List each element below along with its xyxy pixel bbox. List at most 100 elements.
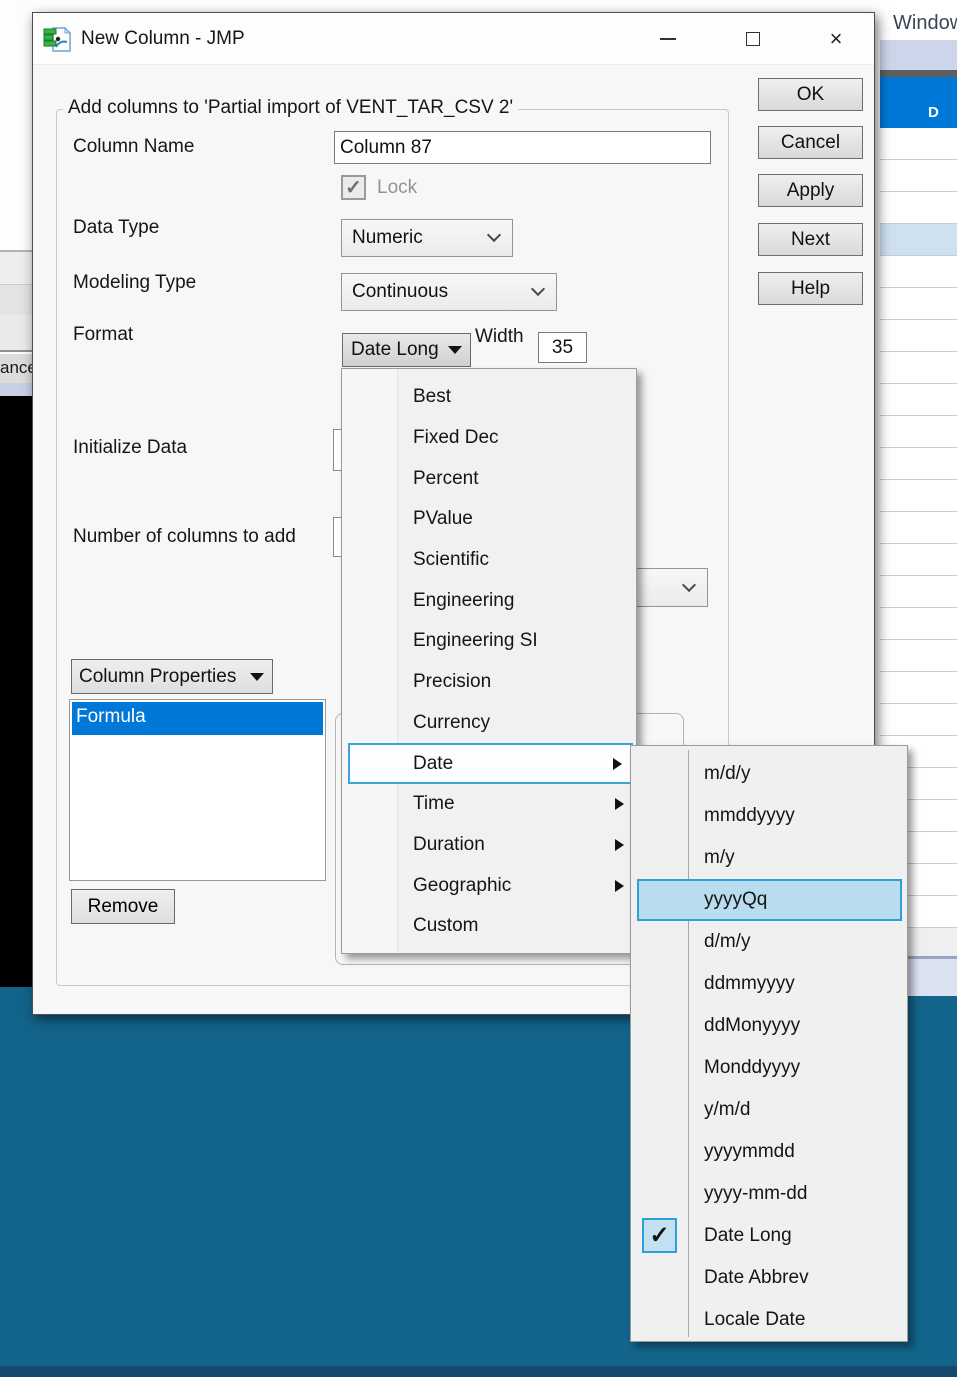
lock-checkbox[interactable]	[341, 175, 366, 200]
apply-button[interactable]: Apply	[758, 174, 863, 207]
date-submenu-item[interactable]: m/y	[631, 837, 907, 879]
date-submenu-item[interactable]: Monddyyyy	[631, 1047, 907, 1089]
desktop-bottom-band	[0, 1366, 957, 1377]
table-row[interactable]	[880, 416, 957, 448]
menu-item-label: Engineering SI	[413, 630, 538, 652]
date-submenu-item[interactable]: Locale Date	[631, 1299, 907, 1341]
menu-item-label: mmddyyyy	[704, 805, 795, 826]
background-toolbar-strip	[880, 40, 957, 70]
column-properties-list[interactable]: Formula	[69, 699, 326, 881]
date-submenu-item[interactable]: m/d/y	[631, 753, 907, 795]
table-row[interactable]	[880, 608, 957, 640]
table-row[interactable]	[880, 128, 957, 160]
table-row[interactable]	[880, 256, 957, 288]
menu-item-label: Date Abbrev	[704, 1267, 809, 1288]
date-submenu-item[interactable]: Date Long	[631, 1215, 907, 1257]
table-row[interactable]	[880, 160, 957, 192]
modeling-type-label: Modeling Type	[73, 272, 197, 293]
close-icon: ×	[829, 26, 843, 51]
format-menu-item[interactable]: Date	[348, 743, 633, 784]
ok-button[interactable]: OK	[758, 78, 863, 111]
table-row[interactable]	[880, 576, 957, 608]
data-type-select[interactable]: Numeric	[341, 219, 513, 257]
dropdown-triangle-icon	[250, 672, 264, 681]
date-submenu-item[interactable]: ddMonyyyy	[631, 1005, 907, 1047]
format-menu-item[interactable]: PValue	[342, 499, 636, 540]
modeling-type-select[interactable]: Continuous	[341, 273, 557, 311]
date-submenu-item[interactable]: yyyy-mm-dd	[631, 1173, 907, 1215]
table-row[interactable]	[880, 192, 957, 224]
format-menu-item[interactable]: Currency	[342, 703, 636, 744]
table-row[interactable]	[880, 352, 957, 384]
format-menu-item[interactable]: Fixed Dec	[342, 418, 636, 459]
format-menu-item[interactable]: Engineering SI	[342, 621, 636, 662]
menu-item-label: yyyymmdd	[704, 1141, 795, 1162]
background-left-windows: ance	[0, 0, 33, 987]
menu-item-label: y/m/d	[704, 1099, 751, 1120]
date-submenu-item[interactable]: yyyymmdd	[631, 1131, 907, 1173]
date-submenu-item[interactable]: y/m/d	[631, 1089, 907, 1131]
table-header-band: D	[880, 77, 957, 128]
minimize-button[interactable]	[643, 23, 693, 55]
menu-item-label: ddmmyyyy	[704, 973, 795, 994]
date-submenu-item[interactable]: d/m/y	[631, 921, 907, 963]
list-item-formula-selected[interactable]: Formula	[72, 702, 323, 735]
format-menu-item[interactable]: Engineering	[342, 580, 636, 621]
submenu-arrow-icon	[615, 838, 624, 851]
dialog-titlebar[interactable]: New Column - JMP ×	[33, 13, 874, 65]
close-button[interactable]: ×	[811, 23, 861, 55]
table-row[interactable]	[880, 288, 957, 320]
data-type-label: Data Type	[73, 217, 160, 238]
table-row[interactable]	[880, 672, 957, 704]
background-strip	[0, 284, 33, 315]
background-strip	[0, 250, 33, 284]
chevron-down-icon	[486, 227, 502, 243]
table-row[interactable]	[880, 448, 957, 480]
remove-button[interactable]: Remove	[71, 889, 175, 924]
table-row[interactable]	[880, 640, 957, 672]
initialize-data-label: Initialize Data	[73, 437, 188, 458]
date-submenu-item[interactable]: Date Abbrev	[631, 1257, 907, 1299]
column-name-input[interactable]	[334, 131, 711, 164]
format-label: Format	[73, 324, 134, 345]
submenu-arrow-icon	[615, 798, 624, 811]
date-submenu-item[interactable]: mmddyyyy	[631, 795, 907, 837]
background-partial-button[interactable]: ance	[0, 354, 33, 383]
help-button[interactable]: Help	[758, 272, 863, 305]
format-menu-item[interactable]: Scientific	[342, 540, 636, 581]
cancel-button[interactable]: Cancel	[758, 126, 863, 159]
menu-item-label: m/y	[704, 847, 735, 868]
background-divider-strip	[880, 70, 957, 77]
format-menu-item[interactable]: Best	[342, 377, 636, 418]
date-submenu-item[interactable]: yyyyQq	[637, 879, 902, 921]
maximize-button[interactable]	[728, 23, 778, 55]
table-row[interactable]	[880, 384, 957, 416]
table-row[interactable]	[880, 704, 957, 736]
width-input[interactable]	[538, 332, 587, 363]
next-button[interactable]: Next	[758, 223, 863, 256]
format-menu-item[interactable]: Time	[342, 784, 636, 825]
menu-item-label: Custom	[413, 915, 479, 937]
menu-item-label: PValue	[413, 508, 473, 530]
table-row[interactable]	[880, 480, 957, 512]
menu-item-label: Geographic	[413, 874, 512, 896]
column-properties-button[interactable]: Column Properties	[71, 659, 273, 694]
table-row[interactable]	[880, 544, 957, 576]
date-submenu-item[interactable]: ddmmyyyy	[631, 963, 907, 1005]
submenu-arrow-icon	[615, 879, 624, 892]
format-menu-item[interactable]: Duration	[342, 825, 636, 866]
format-menu-item[interactable]: Precision	[342, 662, 636, 703]
submenu-arrow-icon	[613, 757, 622, 770]
menu-item-label: Engineering	[413, 589, 515, 611]
format-menu-item[interactable]: Percent	[342, 458, 636, 499]
menu-item-label: Best	[413, 386, 452, 408]
format-menu-item[interactable]: Custom	[342, 906, 636, 947]
format-menu-item[interactable]: Geographic	[342, 865, 636, 906]
checked-icon	[642, 1218, 677, 1253]
window-menu-label[interactable]: Window	[893, 12, 957, 35]
table-row[interactable]	[880, 320, 957, 352]
format-dropdown-button[interactable]: Date Long	[342, 333, 471, 367]
background-black-panel	[0, 396, 33, 987]
table-row[interactable]	[880, 224, 957, 256]
table-row[interactable]	[880, 512, 957, 544]
